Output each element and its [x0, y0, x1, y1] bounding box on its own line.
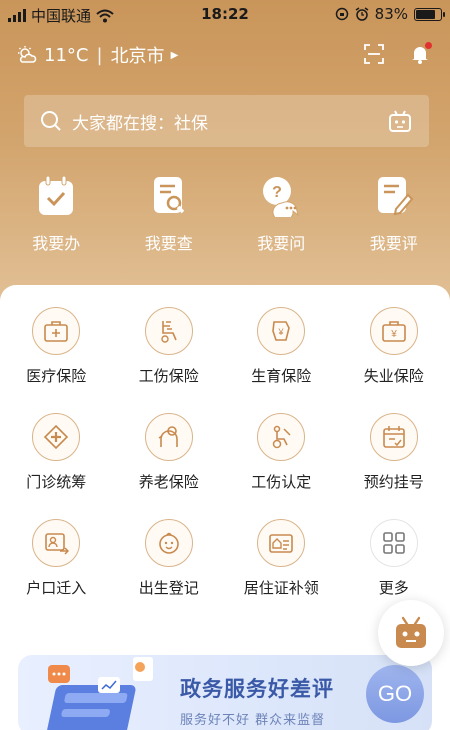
service-injury-certify[interactable]: 工伤认定: [225, 413, 338, 519]
svg-text:?: ?: [272, 184, 282, 201]
service-birth-register[interactable]: 出生登记: [113, 519, 226, 625]
quick-action-label: 我要查: [144, 234, 193, 253]
notification-bell[interactable]: [410, 42, 432, 68]
elderly-icon: [144, 413, 193, 461]
review-banner[interactable]: 政务服务好差评 服务好不好 群众来监督 GO: [18, 655, 432, 730]
question-chat-icon: ?: [263, 177, 300, 217]
quick-action-ask[interactable]: ? 我要问: [225, 175, 338, 254]
service-label: 失业保险: [363, 367, 424, 385]
floating-assistant-button[interactable]: [378, 600, 444, 666]
service-appointment[interactable]: 预约挂号: [338, 413, 450, 519]
quick-action-query[interactable]: 我要查: [113, 175, 226, 254]
appointment-icon: [369, 413, 418, 461]
service-unemployment-insurance[interactable]: ¥ 失业保险: [338, 307, 450, 413]
service-label: 居住证补领: [243, 579, 319, 597]
service-label: 出生登记: [138, 579, 199, 597]
service-label: 工伤认定: [251, 473, 312, 491]
robot-assistant-icon[interactable]: [387, 108, 413, 134]
search-bar[interactable]: 大家都在搜：社保: [24, 95, 429, 147]
medical-kit-icon: [32, 307, 81, 355]
maternity-icon: ¥: [257, 307, 306, 355]
divider: |: [96, 44, 103, 66]
service-injury-insurance[interactable]: 工伤保险: [113, 307, 226, 413]
document-edit-icon: [377, 177, 414, 216]
baby-icon: [144, 519, 193, 567]
scan-icon[interactable]: [364, 44, 384, 64]
quick-action-review[interactable]: 我要评: [338, 175, 450, 254]
service-label: 户口迁入: [26, 579, 87, 597]
search-icon: [41, 111, 61, 131]
quick-action-label: 我要办: [32, 234, 81, 253]
service-label: 预约挂号: [363, 473, 424, 491]
robot-icon: [396, 616, 426, 648]
service-label: 医疗保险: [26, 367, 87, 385]
cloudy-sun-icon: [18, 46, 37, 63]
injury-certify-icon: [257, 413, 306, 461]
weather-location[interactable]: 11°C | 北京市 ▶: [16, 42, 178, 68]
service-outpatient[interactable]: 门诊统筹: [0, 413, 113, 519]
svg-text:¥: ¥: [390, 329, 397, 340]
clinic-cross-icon: [32, 413, 81, 461]
grid-more-icon: [369, 519, 418, 567]
battery-percent: 83%: [374, 5, 408, 23]
service-maternity-insurance[interactable]: ¥ 生育保险: [225, 307, 338, 413]
document-search-icon: [153, 177, 184, 214]
city-dropdown-icon: ▶: [170, 49, 179, 61]
banner-subtitle: 服务好不好 群众来监督: [180, 713, 326, 728]
battery-level: [416, 9, 436, 19]
alarm-icon: [355, 7, 369, 21]
orientation-lock-icon: [335, 7, 348, 21]
service-label: 门诊统筹: [26, 473, 87, 491]
service-label: 工伤保险: [138, 367, 199, 385]
service-label: 生育保险: [251, 367, 312, 385]
service-household-move[interactable]: 户口迁入: [0, 519, 113, 625]
quick-action-label: 我要问: [257, 234, 306, 253]
household-move-icon: [32, 519, 81, 567]
service-grid: 医疗保险 工伤保险 ¥ 生育保险 ¥ 失业保险 门诊统筹 养老保险 工伤认定 预…: [0, 307, 450, 625]
svg-text:¥: ¥: [278, 327, 285, 337]
status-bar: 中国联通 18:22 83%: [0, 0, 450, 30]
quick-action-label: 我要评: [369, 234, 418, 253]
wheelchair-icon: [144, 307, 193, 355]
service-residence-card[interactable]: 居住证补领: [225, 519, 338, 625]
search-placeholder: 大家都在搜：社保: [72, 113, 208, 134]
calendar-check-icon: [39, 175, 74, 215]
service-pension[interactable]: 养老保险: [113, 413, 226, 519]
service-medical-insurance[interactable]: 医疗保险: [0, 307, 113, 413]
residence-card-icon: [257, 519, 306, 567]
quick-actions: 我要办 我要查 ? 我要问 我要评: [0, 175, 450, 254]
briefcase-yuan-icon: ¥: [369, 307, 418, 355]
go-button[interactable]: GO: [366, 665, 424, 723]
service-label: 更多: [378, 579, 409, 597]
banner-title: 政务服务好差评: [180, 677, 334, 701]
city-name: 北京市: [110, 46, 165, 67]
service-label: 养老保险: [138, 473, 199, 491]
review-illustration: [47, 657, 153, 730]
battery-icon: [414, 7, 445, 21]
quick-action-handle[interactable]: 我要办: [0, 175, 113, 254]
temperature: 11°C: [44, 44, 89, 66]
notification-dot: [425, 42, 432, 49]
